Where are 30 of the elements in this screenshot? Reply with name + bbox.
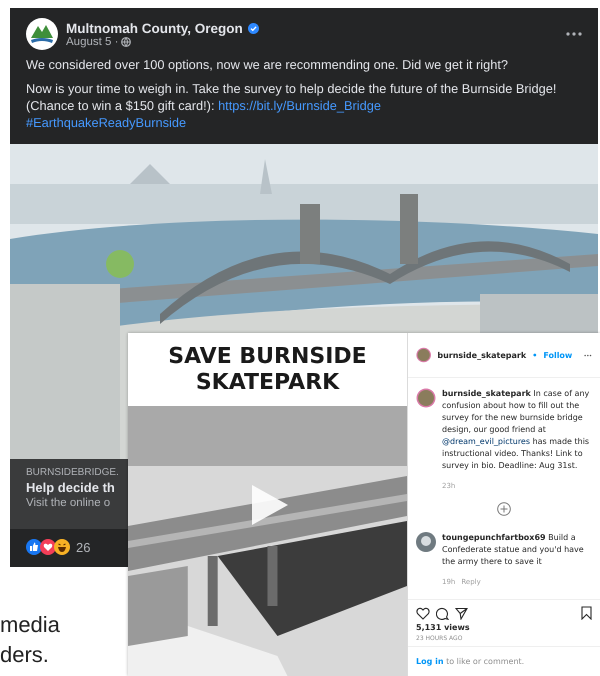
- reaction-count[interactable]: 26: [76, 540, 90, 554]
- avatar-icon[interactable]: [416, 532, 436, 552]
- slide-text: media: [0, 611, 60, 639]
- post-text: We considered over 100 options, now we are recommending one. Did we get it right?: [25, 56, 510, 74]
- more-icon[interactable]: [566, 32, 582, 36]
- post-text: Now is your time to weigh in. Take the survey to help decide the future of the Burnside Bridge! (Chance to win a $150 gift card!): https://bit.ly/Burnside_Bridge #EarthquakeReadyBurnside: [25, 80, 558, 132]
- page-name[interactable]: Multnomah County, Oregon: [66, 20, 243, 36]
- play-icon[interactable]: [250, 483, 290, 527]
- comment-text: toungepunchfartbox69 Build a Confederate statue and you'd have the army there to save it: [442, 532, 585, 568]
- comment-icon[interactable]: [436, 606, 449, 620]
- like-reaction-icon[interactable]: [26, 539, 42, 555]
- heart-reaction-icon[interactable]: [40, 539, 56, 555]
- survey-link[interactable]: https://bit.ly/Burnside_Bridge: [218, 98, 381, 113]
- logo-icon: [26, 18, 58, 50]
- login-prompt: Log in to like or comment.: [416, 657, 524, 666]
- link-preview[interactable]: BURNSIDEBRIDGE. Help decide th Visit the online o: [10, 459, 128, 529]
- hashtag-link[interactable]: #EarthquakeReadyBurnside: [26, 115, 186, 130]
- share-icon[interactable]: [455, 606, 468, 620]
- load-more-icon[interactable]: [497, 502, 511, 516]
- heart-icon[interactable]: [416, 606, 430, 620]
- link-title: Help decide th: [26, 480, 115, 495]
- laugh-reaction-icon[interactable]: [54, 539, 70, 555]
- bookmark-icon[interactable]: [581, 606, 592, 620]
- post-date[interactable]: August 5 ·: [66, 36, 118, 48]
- slide-text: ders.: [0, 641, 50, 669]
- verified-icon: [248, 22, 259, 34]
- link-domain: BURNSIDEBRIDGE.: [26, 467, 119, 478]
- globe-icon: [121, 36, 132, 46]
- link-description: Visit the online o: [26, 497, 110, 509]
- view-count: 5,131 views: [416, 623, 471, 632]
